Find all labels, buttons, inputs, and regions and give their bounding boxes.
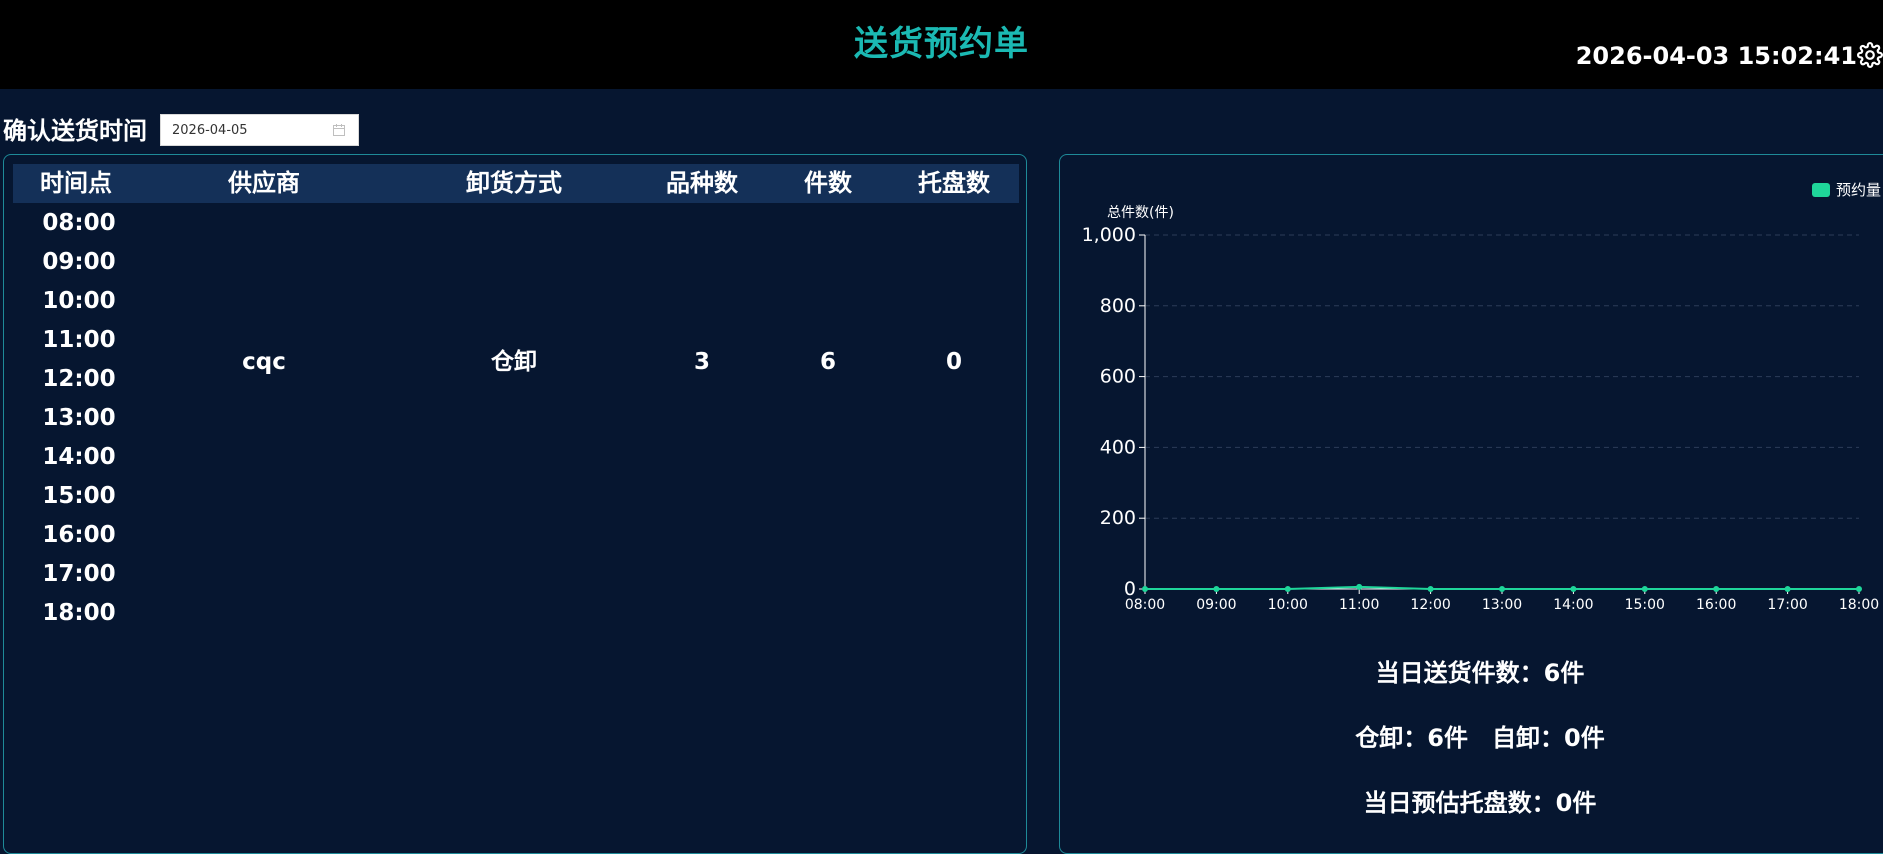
- line-chart: 总件数(件)02004006008001,00008:00 09:00 10:00 1…: [1082, 205, 1880, 613]
- top-bar: 送货预约单 2026-04-03 15:02:41: [0, 0, 1883, 89]
- unload-summary: 仓卸：6件 自卸：0件: [1060, 718, 1883, 753]
- time-slot: 16:00: [42, 522, 116, 548]
- cell-unload-method: 仓卸: [491, 349, 537, 375]
- x-tick-label: 10:00: [1268, 597, 1308, 613]
- time-slot: 10:00: [42, 288, 116, 314]
- y-tick-label: 1,000: [1082, 224, 1136, 246]
- cell-varieties: 3: [693, 349, 710, 375]
- y-tick-label: 600: [1100, 366, 1136, 388]
- x-tick-label: 16:00: [1696, 597, 1736, 613]
- delivery-date-value: 2026-04-05: [172, 123, 248, 138]
- x-tick-label: 18:00: [1839, 597, 1879, 613]
- x-tick-label: 12:00: [1410, 597, 1450, 613]
- y-tick-label: 800: [1100, 295, 1136, 317]
- data-point: [1784, 586, 1791, 592]
- cell-supplier: cqc: [242, 349, 286, 375]
- self-unload-summary: 自卸：0件: [1492, 724, 1605, 752]
- column-header-pallets: 托盘数: [918, 169, 990, 197]
- data-point: [1356, 583, 1363, 590]
- x-tick-label: 08:00: [1125, 597, 1165, 613]
- time-slot: 09:00: [42, 249, 116, 275]
- cell-pallets: 0: [945, 349, 962, 375]
- data-point: [1142, 586, 1148, 592]
- x-tick-label: 11:00: [1339, 597, 1379, 613]
- data-point: [1499, 586, 1505, 592]
- column-header-varieties: 品种数: [666, 169, 738, 197]
- delivery-date-label: 确认送货时间: [3, 117, 147, 145]
- x-tick-label: 13:00: [1482, 597, 1522, 613]
- time-slot: 12:00: [42, 366, 116, 392]
- data-point: [1641, 586, 1648, 592]
- column-header-time: 时间点: [40, 169, 112, 197]
- time-slot: 13:00: [42, 405, 116, 431]
- total-pieces-summary: 当日送货件数：6件: [1375, 659, 1585, 687]
- x-tick-label: 17:00: [1767, 597, 1807, 613]
- pallets-estimate-summary: 当日预估托盘数：0件: [1363, 789, 1597, 817]
- current-datetime: 2026-04-03 15:02:41: [1575, 42, 1857, 70]
- calendar-icon: [333, 124, 345, 136]
- time-slot: 08:00: [42, 210, 116, 236]
- time-slot: 15:00: [42, 483, 116, 509]
- data-point: [1713, 586, 1720, 592]
- data-point: [1427, 586, 1434, 592]
- warehouse-unload-summary: 仓卸：6件: [1355, 724, 1468, 752]
- time-slot: 11:00: [42, 327, 116, 353]
- time-slot: 17:00: [42, 561, 116, 587]
- gear-icon[interactable]: [1857, 40, 1883, 70]
- data-point: [1570, 586, 1577, 592]
- data-point: [1284, 586, 1291, 592]
- table-header: 时间点 供应商 卸货方式 品种数 件数 托盘数: [13, 164, 1019, 203]
- time-slot: 14:00: [42, 444, 116, 470]
- schedule-table-panel: 时间点 供应商 卸货方式 品种数 件数 托盘数 08:00 09:00 10:0…: [3, 154, 1027, 854]
- y-tick-label: 400: [1100, 436, 1136, 458]
- x-tick-label: 14:00: [1553, 597, 1593, 613]
- cell-pieces: 6: [819, 349, 836, 375]
- data-point: [1856, 586, 1862, 592]
- y-axis-title: 总件数(件): [1107, 205, 1174, 221]
- delivery-date-picker[interactable]: 2026-04-05: [160, 114, 359, 146]
- time-slot: 18:00: [42, 600, 116, 626]
- column-header-pieces: 件数: [804, 169, 852, 197]
- y-tick-label: 200: [1100, 507, 1136, 529]
- column-header-supplier: 供应商: [228, 169, 300, 197]
- x-tick-label: 09:00: [1196, 597, 1236, 613]
- x-tick-label: 15:00: [1625, 597, 1665, 613]
- chart-panel: 预约量 总件数(件) 0 200 400 600 800 1,000 08:00 09:00 10…: [1059, 154, 1883, 854]
- column-header-unload-method: 卸货方式: [466, 169, 562, 197]
- data-point: [1213, 586, 1220, 592]
